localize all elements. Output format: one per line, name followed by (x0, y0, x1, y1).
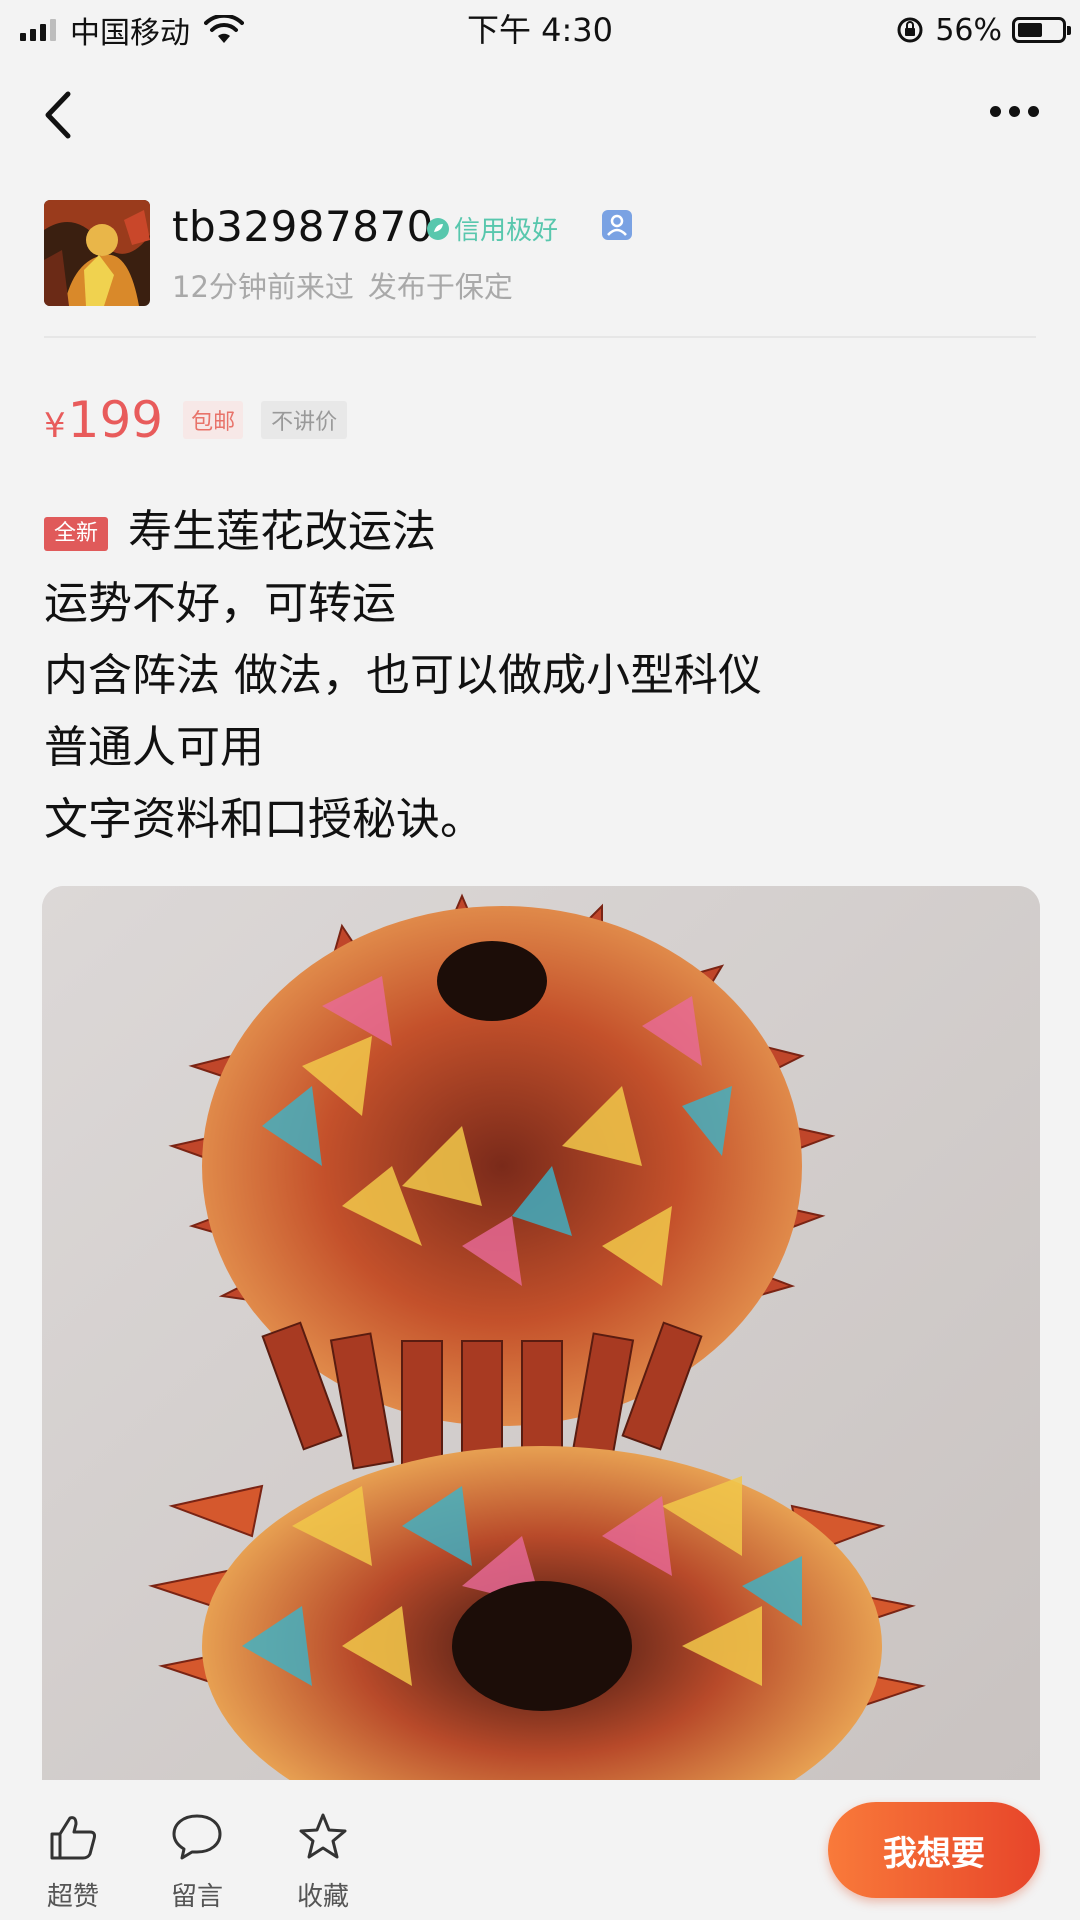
rotation-lock-icon (897, 17, 923, 43)
item-title-line: 全新 寿生莲花改运法 (44, 496, 1034, 568)
description-line: 内含阵法 做法，也可以做成小型科仪 (44, 650, 762, 701)
back-icon[interactable] (38, 88, 78, 142)
item-title: 寿生莲花改运法 (128, 506, 437, 557)
condition-badge: 全新 (44, 517, 109, 551)
battery-icon (1012, 17, 1071, 43)
seller-name[interactable]: tb32987870 (172, 202, 434, 251)
nav-bar (0, 70, 1080, 160)
item-photo[interactable] (42, 886, 1040, 1780)
item-description: 全新 寿生莲花改运法 运势不好，可转运 内含阵法 做法，也可以做成小型科仪 普通人… (44, 496, 1034, 856)
description-line: 文字资料和口授秘诀。 (44, 794, 484, 845)
divider (44, 336, 1036, 338)
bottom-action-bar: 超赞 留言 收藏 我想要 (0, 1780, 1080, 1920)
description-line: 普通人可用 (44, 722, 264, 773)
comment-label: 留言 (170, 1882, 223, 1912)
credit-label: 信用极好 (454, 216, 559, 246)
last-seen: 12分钟前来过 (172, 270, 354, 304)
want-button[interactable]: 我想要 (828, 1802, 1040, 1898)
seller-info[interactable]: tb32987870 信用极好 12分钟前来过 发布于保定 (44, 200, 1044, 310)
seller-meta: 12分钟前来过 发布于保定 (172, 264, 513, 306)
comment-bubble-icon (172, 1814, 222, 1860)
verified-user-icon (602, 210, 632, 240)
price: ¥ 199 (44, 391, 163, 449)
status-right: 56% (895, 8, 1071, 52)
price-amount: 199 (67, 391, 164, 449)
comment-button[interactable]: 留言 (142, 1810, 252, 1913)
price-currency: ¥ (44, 406, 66, 446)
star-icon (299, 1813, 347, 1859)
battery-percent: 56% (935, 12, 1002, 48)
like-label: 超赞 (46, 1882, 99, 1912)
favorite-label: 收藏 (296, 1882, 349, 1912)
battery-fill (1018, 23, 1042, 37)
battery-cap (1067, 26, 1071, 35)
price-row: ¥ 199 包邮 不讲价 (44, 390, 348, 450)
seller-avatar[interactable] (44, 200, 150, 306)
publish-location: 发布于保定 (367, 270, 513, 304)
screen: 中国移动 下午 4:30 56% tb32987870 信用极好 12分钟前来过… (0, 0, 1080, 1920)
like-button[interactable]: 超赞 (18, 1810, 128, 1913)
no-bargain-tag: 不讲价 (261, 401, 348, 439)
status-bar: 中国移动 下午 4:30 56% (0, 0, 1080, 60)
credit-badge: 信用极好 (426, 210, 558, 247)
thumbs-up-icon (50, 1816, 96, 1860)
more-options-icon[interactable] (990, 98, 1046, 124)
free-shipping-tag: 包邮 (183, 401, 244, 439)
leaf-icon (427, 217, 449, 240)
description-line: 运势不好，可转运 (44, 578, 396, 629)
favorite-button[interactable]: 收藏 (268, 1810, 378, 1913)
